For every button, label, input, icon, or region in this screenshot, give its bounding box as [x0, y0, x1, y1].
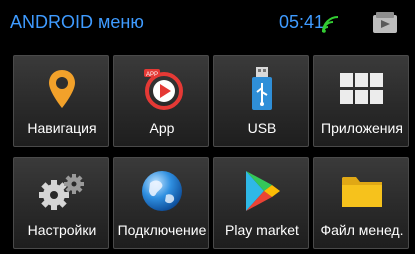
- app-play-icon: APP: [144, 69, 183, 110]
- svg-text:APP: APP: [146, 72, 158, 78]
- tile-label: Файл менед.: [320, 222, 404, 238]
- page-title: ANDROID меню: [10, 12, 144, 32]
- location-pin-icon: [49, 70, 75, 108]
- globe-icon: [142, 171, 182, 211]
- tile-label: Настройки: [27, 222, 97, 238]
- tile-usb[interactable]: USB: [213, 55, 309, 147]
- play-store-bag-icon[interactable]: [370, 11, 400, 35]
- tile-label: USB: [247, 120, 277, 136]
- usb-drive-icon: [252, 67, 272, 110]
- status-bar: ANDROID меню 05:41: [0, 0, 415, 46]
- tile-file-manager[interactable]: Файл менед.: [313, 157, 409, 249]
- folder-icon: [342, 177, 382, 207]
- tile-label: Play market: [225, 222, 299, 238]
- tile-label: App: [149, 120, 175, 136]
- tile-label: Навигация: [27, 120, 97, 136]
- play-market-icon: [246, 171, 280, 211]
- tile-play-market[interactable]: Play market: [213, 157, 309, 249]
- gears-icon: [39, 174, 84, 210]
- tile-connection[interactable]: Подключение: [113, 157, 209, 249]
- tile-label: Приложения: [321, 120, 403, 136]
- tile-app[interactable]: APP App: [113, 55, 209, 147]
- tile-navigation[interactable]: Навигация: [13, 55, 109, 147]
- tile-apps[interactable]: Приложения: [313, 55, 409, 147]
- app-grid-icon: [340, 73, 383, 104]
- tile-label: Подключение: [117, 222, 207, 238]
- tile-settings[interactable]: Настройки: [13, 157, 109, 249]
- wifi-icon: [322, 16, 339, 33]
- clock: 05:41: [279, 12, 325, 32]
